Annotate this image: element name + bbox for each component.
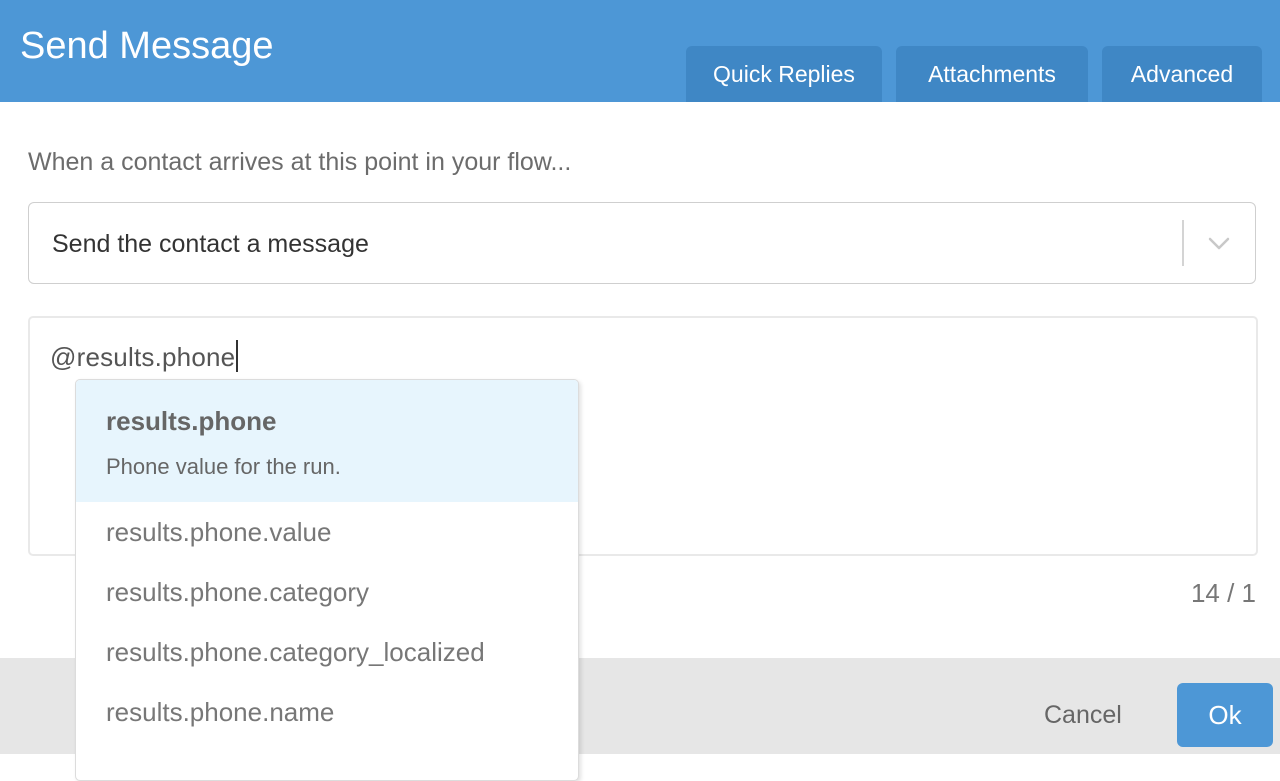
dialog-title: Send Message: [20, 25, 274, 67]
tab-advanced[interactable]: Advanced: [1102, 46, 1262, 102]
text-caret: [236, 340, 239, 372]
action-type-select[interactable]: Send the contact a message: [28, 202, 1256, 284]
tab-attachments[interactable]: Attachments: [896, 46, 1088, 102]
ok-button[interactable]: Ok: [1177, 683, 1273, 747]
character-counter: 14 / 1: [1190, 578, 1256, 608]
autocomplete-option-description: Phone value for the run.: [106, 454, 341, 479]
autocomplete-option[interactable]: results.phone.category: [106, 575, 369, 609]
select-separator: [1182, 220, 1184, 266]
cancel-button[interactable]: Cancel: [1044, 699, 1122, 731]
autocomplete-option[interactable]: results.phone.value: [106, 515, 331, 549]
chevron-down-icon[interactable]: [1204, 228, 1234, 258]
tab-quick-replies[interactable]: Quick Replies: [686, 46, 882, 102]
action-prompt: When a contact arrives at this point in …: [28, 148, 572, 176]
message-text-line: @results.phone: [50, 340, 239, 374]
message-text: @results.phone: [50, 342, 236, 372]
autocomplete-option[interactable]: results.phone.name: [106, 695, 334, 729]
action-type-value: Send the contact a message: [52, 230, 369, 258]
autocomplete-dropdown: results.phone Phone value for the run. r…: [75, 379, 579, 781]
dialog-header: Send Message Quick Replies Attachments A…: [0, 0, 1280, 102]
autocomplete-option-name: results.phone: [106, 406, 277, 436]
autocomplete-option-selected[interactable]: results.phone Phone value for the run.: [76, 380, 578, 502]
autocomplete-option[interactable]: results.phone.category_localized: [106, 635, 485, 669]
